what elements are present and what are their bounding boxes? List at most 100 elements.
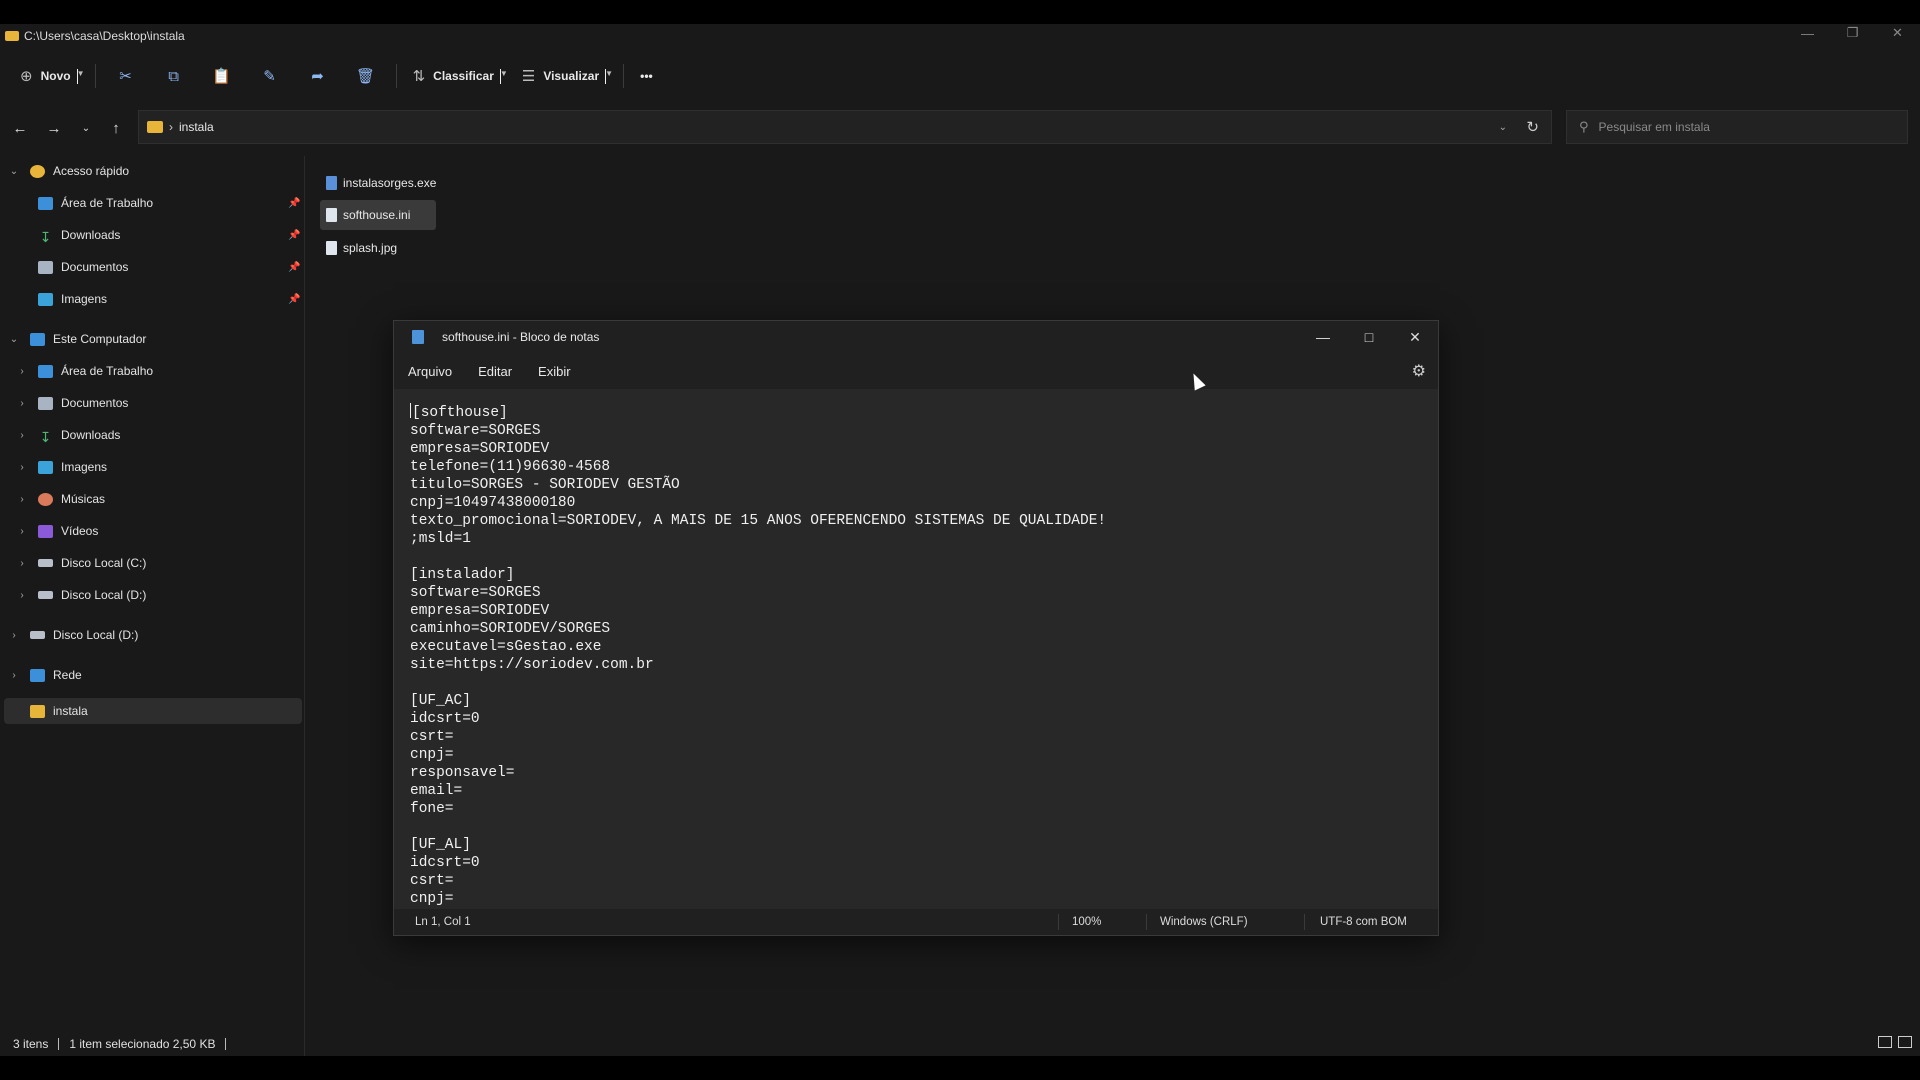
chevron-right-icon[interactable]: › — [16, 494, 28, 505]
recent-locations-icon[interactable]: ⌄ — [74, 114, 98, 142]
sort-button[interactable]: ⇅ Classificar ▼ — [403, 60, 512, 92]
network-icon — [30, 668, 45, 682]
close-icon[interactable]: ✕ — [1392, 321, 1438, 353]
item-count: 3 itens — [13, 1036, 49, 1051]
chevron-right-icon[interactable]: › — [8, 630, 20, 641]
sidebar-item-pc-desktop[interactable]: › Área de Trabalho — [0, 356, 300, 386]
sidebar-item-label: Documentos — [61, 260, 129, 274]
chevron-down-icon[interactable]: ⌄ — [8, 334, 20, 345]
encoding: UTF-8 com BOM — [1320, 916, 1407, 928]
chevron-right-icon[interactable]: › — [16, 558, 28, 569]
sidebar-item-pc-downloads[interactable]: › ↧ Downloads — [0, 420, 300, 450]
view-button[interactable]: ☰ Visualizar ▼ — [512, 60, 617, 92]
minimize-icon[interactable]: — — [1785, 18, 1830, 48]
desktop-icon — [38, 196, 53, 210]
chevron-down-icon: ▼ — [605, 68, 613, 84]
text-editor[interactable]: [softhouse] software=SORGES empresa=SORI… — [394, 389, 1438, 909]
editor-content: [softhouse] software=SORGES empresa=SORI… — [410, 405, 1107, 907]
delete-icon[interactable]: 🗑 — [342, 60, 390, 92]
new-button[interactable]: ⊕ Novo ▼ — [10, 60, 89, 92]
sidebar-item-this-pc[interactable]: ⌄ Este Computador — [0, 324, 300, 354]
pin-icon[interactable]: 📌 — [288, 294, 300, 305]
copy-icon[interactable]: ⧉ — [150, 60, 198, 92]
cut-icon[interactable]: ✂ — [102, 60, 150, 92]
notepad-title-bar: softhouse.ini - Bloco de notas — [394, 321, 1438, 353]
status-divider — [1058, 914, 1059, 930]
sidebar-item-label: Imagens — [61, 460, 108, 474]
sidebar-item-label: Rede — [53, 668, 82, 682]
sidebar-item-disk-c[interactable]: › Disco Local (C:) — [0, 548, 300, 578]
minimize-icon[interactable]: — — [1300, 321, 1346, 353]
share-icon[interactable]: ➦ — [294, 60, 342, 92]
menu-view[interactable]: Exibir — [538, 364, 571, 379]
chevron-right-icon[interactable]: › — [16, 398, 28, 409]
paste-icon[interactable]: 📋 — [198, 60, 246, 92]
sidebar-item-desktop[interactable]: Área de Trabalho 📌 — [0, 188, 300, 218]
maximize-icon[interactable]: □ — [1346, 321, 1392, 353]
gear-icon[interactable]: ⚙ — [1412, 361, 1426, 381]
chevron-down-icon[interactable]: ⌄ — [8, 166, 20, 177]
chevron-right-icon[interactable]: › — [16, 590, 28, 601]
breadcrumb[interactable]: instala — [179, 120, 214, 134]
computer-icon — [30, 332, 45, 346]
sidebar-item-label: Imagens — [61, 292, 108, 306]
back-arrow-icon[interactable]: ← — [8, 114, 32, 142]
chevron-right-icon[interactable]: › — [16, 430, 28, 441]
file-item[interactable]: instalasorges.exe — [320, 168, 442, 198]
cursor-position: Ln 1, Col 1 — [415, 916, 471, 928]
folder-icon — [5, 31, 19, 41]
sidebar-item-instala[interactable]: instala — [4, 698, 302, 724]
sidebar-item-quick-access[interactable]: ⌄ Acesso rápido — [0, 156, 300, 186]
sidebar-item-label: Este Computador — [53, 332, 147, 346]
large-icons-view-icon[interactable] — [1898, 1036, 1912, 1048]
navigation-bar: ← → ⌄ ↑ › instala ⌄ ↻ ⚲ Pesquisar em ins… — [0, 110, 1920, 146]
explorer-status-bar: 3 itens 1 item selecionado 2,50 KB — [0, 1031, 1920, 1056]
sidebar-item-network[interactable]: › Rede — [0, 660, 300, 690]
image-file-icon — [326, 241, 337, 255]
close-icon[interactable]: ✕ — [1875, 18, 1920, 48]
explorer-window-controls: — ❐ ✕ — [1785, 18, 1920, 48]
pin-icon[interactable]: 📌 — [288, 230, 300, 241]
menu-edit[interactable]: Editar — [478, 364, 512, 379]
address-bar[interactable]: › instala ⌄ ↻ — [138, 110, 1552, 144]
sidebar-item-pc-documents[interactable]: › Documentos — [0, 388, 300, 418]
sidebar-item-downloads[interactable]: ↧ Downloads 📌 — [0, 220, 301, 250]
sidebar-item-disk-d-root[interactable]: › Disco Local (D:) — [0, 620, 300, 650]
forward-arrow-icon[interactable]: → — [42, 114, 66, 142]
sidebar-item-label: Disco Local (C:) — [61, 556, 147, 570]
sidebar-item-music[interactable]: › Músicas — [0, 484, 300, 514]
pin-icon[interactable]: 📌 — [288, 262, 300, 273]
rename-icon[interactable]: ✎ — [246, 60, 294, 92]
search-input[interactable]: ⚲ Pesquisar em instala — [1566, 110, 1908, 144]
more-options-button[interactable]: ••• — [630, 60, 663, 92]
refresh-icon[interactable]: ↻ — [1526, 118, 1539, 136]
document-icon — [38, 260, 53, 274]
menu-file[interactable]: Arquivo — [408, 364, 452, 379]
sidebar-item-label: instala — [53, 704, 88, 718]
drive-icon — [38, 591, 53, 599]
chevron-down-icon: ▼ — [76, 68, 85, 84]
chevron-down-icon[interactable]: ⌄ — [1499, 122, 1507, 133]
chevron-right-icon[interactable]: › — [8, 670, 20, 681]
chevron-right-icon[interactable]: › — [16, 526, 28, 537]
sidebar-item-disk-d[interactable]: › Disco Local (D:) — [0, 580, 300, 610]
details-view-icon[interactable] — [1878, 1036, 1892, 1048]
file-item[interactable]: softhouse.ini — [320, 200, 436, 230]
up-arrow-icon[interactable]: ↑ — [104, 114, 128, 142]
chevron-right-icon[interactable]: › — [16, 462, 28, 473]
sidebar-item-pc-pictures[interactable]: › Imagens — [0, 452, 300, 482]
status-divider — [225, 1037, 227, 1050]
zoom-level: 100% — [1072, 916, 1102, 928]
download-arrow-icon: ↧ — [39, 228, 52, 245]
sidebar-item-label: Área de Trabalho — [61, 364, 154, 378]
file-item[interactable]: splash.jpg — [320, 233, 403, 263]
sidebar-item-documents[interactable]: Documentos 📌 — [0, 252, 300, 282]
sidebar-item-pictures[interactable]: Imagens 📌 — [0, 284, 300, 314]
restore-icon[interactable]: ❐ — [1830, 18, 1875, 48]
file-name: softhouse.ini — [343, 208, 411, 222]
sidebar-item-label: Vídeos — [61, 524, 99, 538]
sidebar-item-videos[interactable]: › Vídeos — [0, 516, 300, 546]
chevron-right-icon[interactable]: › — [16, 366, 28, 377]
view-list-icon: ☰ — [521, 68, 536, 85]
pin-icon[interactable]: 📌 — [288, 198, 300, 209]
